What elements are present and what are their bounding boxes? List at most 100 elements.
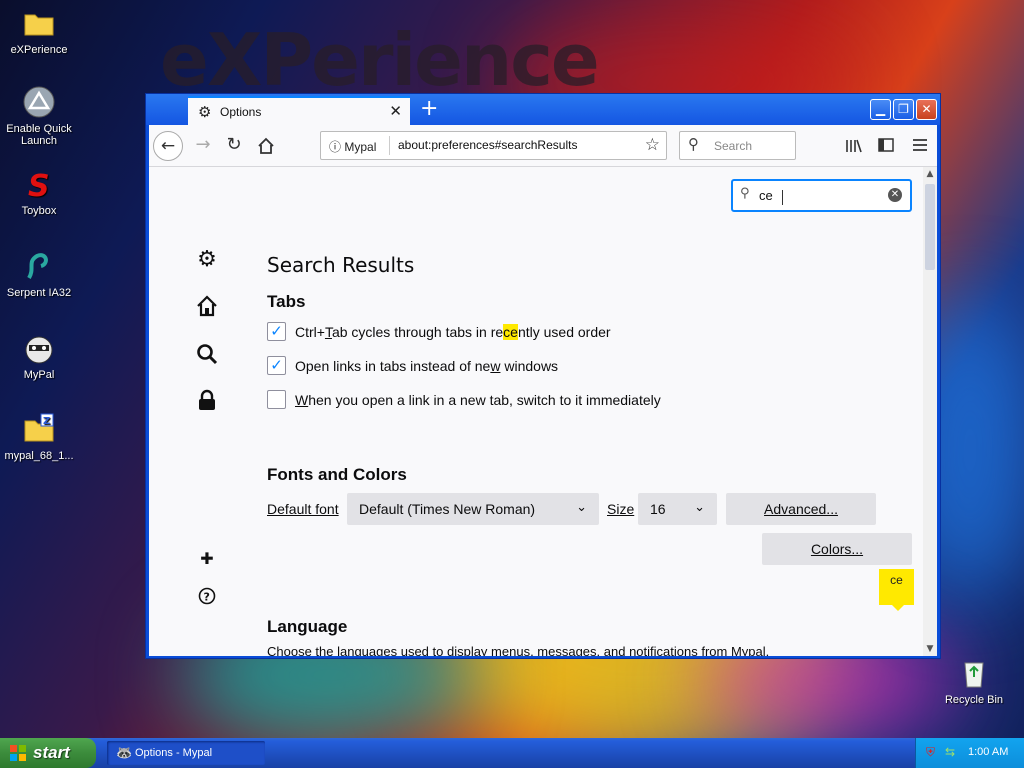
default-font-value: Default (Times New Roman): [359, 501, 536, 517]
checkbox-ctrl-tab[interactable]: ✓: [267, 322, 286, 341]
sidebar-button[interactable]: [871, 131, 901, 161]
scroll-down-icon[interactable]: ▼: [923, 644, 937, 654]
tab-strip: ⚙ Options ✕ + ▁ ❐ ✕: [146, 94, 940, 125]
reload-button[interactable]: ↻: [219, 131, 249, 161]
site-identity[interactable]: ⓘ Mypal: [329, 138, 376, 155]
gear-icon: ⚙: [198, 103, 212, 121]
tab-options[interactable]: ⚙ Options ✕: [188, 96, 410, 125]
search-placeholder: Search: [714, 139, 753, 153]
clear-search-icon[interactable]: ✕: [888, 188, 902, 202]
close-tab-icon[interactable]: ✕: [389, 102, 402, 120]
recycle-bin-icon: [956, 655, 992, 691]
mypal-icon: [21, 330, 57, 366]
colors-button[interactable]: Colors...: [762, 533, 912, 565]
new-tab-button[interactable]: +: [420, 96, 438, 121]
puzzle-icon: ✚: [200, 549, 214, 568]
url-separator: [389, 136, 390, 155]
back-button[interactable]: ←: [153, 131, 183, 161]
category-search[interactable]: [195, 343, 219, 371]
start-button[interactable]: start: [0, 738, 96, 768]
toybox-icon: S: [21, 166, 57, 204]
category-support[interactable]: ?: [195, 587, 219, 609]
browser-window: ⚙ Options ✕ + ▁ ❐ ✕ ← → ↻ ⓘ Mypal about:…: [145, 93, 941, 659]
url-bar[interactable]: ⓘ Mypal about:preferences#searchResults …: [320, 131, 667, 160]
help-icon: ?: [198, 587, 216, 605]
font-size-select[interactable]: 16 ⌄: [638, 493, 717, 525]
desktop-icon-label: Serpent IA32: [6, 287, 72, 299]
find-input-value: ce: [759, 188, 773, 203]
desktop-icon-label: MyPal: [23, 369, 55, 381]
hamburger-menu-icon: [913, 139, 927, 151]
category-addons[interactable]: ✚: [195, 549, 219, 568]
font-size-value: 16: [650, 501, 666, 517]
desktop-icon-archive[interactable]: Z mypal_68_1...: [0, 411, 78, 462]
network-icon[interactable]: ⇆: [945, 745, 955, 759]
advanced-fonts-label: Advanced...: [764, 501, 838, 517]
desktop-icon-toybox[interactable]: S Toybox: [0, 166, 78, 217]
size-label: Size: [607, 501, 635, 517]
preferences-content: ⚲ ce ✕ ⚙ ✚ ? Search Results Tabs ✓ Ctrl+…: [149, 167, 923, 656]
desktop-icon-quick-launch[interactable]: Enable Quick Launch: [0, 84, 78, 147]
desktop-icon-mypal[interactable]: MyPal: [0, 330, 78, 381]
checkbox-label-ctrl-tab[interactable]: Ctrl+Tab cycles through tabs in recently…: [295, 324, 611, 340]
windows-flag-icon: [10, 745, 26, 761]
taskbar-item-options[interactable]: 🦝 Options - Mypal: [107, 741, 265, 765]
search-icon: [197, 344, 218, 365]
advanced-fonts-button[interactable]: Advanced...: [726, 493, 876, 525]
checkbox-label-switch-to-tab[interactable]: When you open a link in a new tab, switc…: [295, 392, 661, 408]
default-font-label: Default font: [267, 501, 339, 517]
svg-text:?: ?: [204, 591, 210, 604]
clock[interactable]: 1:00 AM: [968, 746, 1008, 758]
start-label: start: [33, 743, 70, 762]
taskbar-item-label: Options - Mypal: [135, 747, 213, 759]
library-icon: [846, 139, 862, 153]
desktop-icon-serpent[interactable]: Serpent IA32: [0, 248, 78, 299]
section-title-language: Language: [267, 617, 348, 636]
search-icon: ⚲: [688, 135, 699, 153]
taskbar: start 🦝 Options - Mypal ⛨ ⇆ 1:00 AM: [0, 738, 1024, 768]
chevron-down-icon: ⌄: [694, 499, 705, 514]
minimize-button[interactable]: ▁: [870, 99, 891, 120]
menu-button[interactable]: [905, 131, 935, 161]
tab-title: Options: [220, 105, 262, 119]
category-general[interactable]: ⚙: [195, 247, 219, 272]
wallpaper-brand: eXPerience: [160, 18, 600, 102]
search-bar[interactable]: ⚲ Search: [679, 131, 796, 160]
info-icon: ⓘ: [329, 140, 342, 154]
home-icon: [258, 137, 274, 154]
desktop-icon-label: eXPerience: [10, 44, 68, 56]
default-font-select[interactable]: Default (Times New Roman) ⌄: [347, 493, 599, 525]
desktop-icon-label: mypal_68_1...: [4, 450, 74, 462]
site-identity-label: Mypal: [344, 140, 377, 154]
home-icon: [197, 295, 217, 317]
find-in-preferences-input[interactable]: ⚲ ce ✕: [731, 179, 912, 212]
gear-icon: ⚙: [197, 247, 217, 272]
scroll-up-icon[interactable]: ▲: [923, 169, 937, 179]
desktop-icon-recycle-bin[interactable]: Recycle Bin: [935, 655, 1013, 706]
close-window-button[interactable]: ✕: [916, 99, 937, 120]
system-tray: ⛨ ⇆ 1:00 AM: [915, 738, 1024, 768]
svg-text:S: S: [28, 169, 50, 202]
scroll-thumb[interactable]: [925, 184, 935, 270]
category-home[interactable]: [195, 295, 219, 323]
home-button[interactable]: [251, 131, 281, 161]
forward-button[interactable]: →: [188, 131, 218, 161]
library-button[interactable]: [839, 131, 869, 161]
svg-text:Z: Z: [43, 416, 50, 427]
maximize-button[interactable]: ❐: [893, 99, 914, 120]
checkbox-label-open-links-tabs[interactable]: Open links in tabs instead of new window…: [295, 358, 558, 374]
checkbox-open-links-tabs[interactable]: ✓: [267, 356, 286, 375]
desktop-icon-label: Enable Quick Launch: [6, 123, 72, 147]
desktop-icon-experience[interactable]: eXPerience: [0, 5, 78, 56]
mypal-icon: 🦝: [116, 745, 133, 760]
category-privacy[interactable]: [195, 389, 219, 417]
sidebar-icon: [878, 138, 894, 152]
security-shield-icon[interactable]: ⛨: [926, 745, 935, 760]
desktop-icon-label: Recycle Bin: [944, 694, 1004, 706]
bookmark-star-icon[interactable]: ☆: [645, 135, 660, 155]
chevron-down-icon: ⌄: [576, 499, 587, 514]
text-cursor: [782, 190, 783, 205]
vertical-scrollbar[interactable]: ▲ ▼: [923, 167, 937, 656]
checkbox-switch-to-tab[interactable]: [267, 390, 286, 409]
url-text[interactable]: about:preferences#searchResults: [398, 138, 577, 152]
